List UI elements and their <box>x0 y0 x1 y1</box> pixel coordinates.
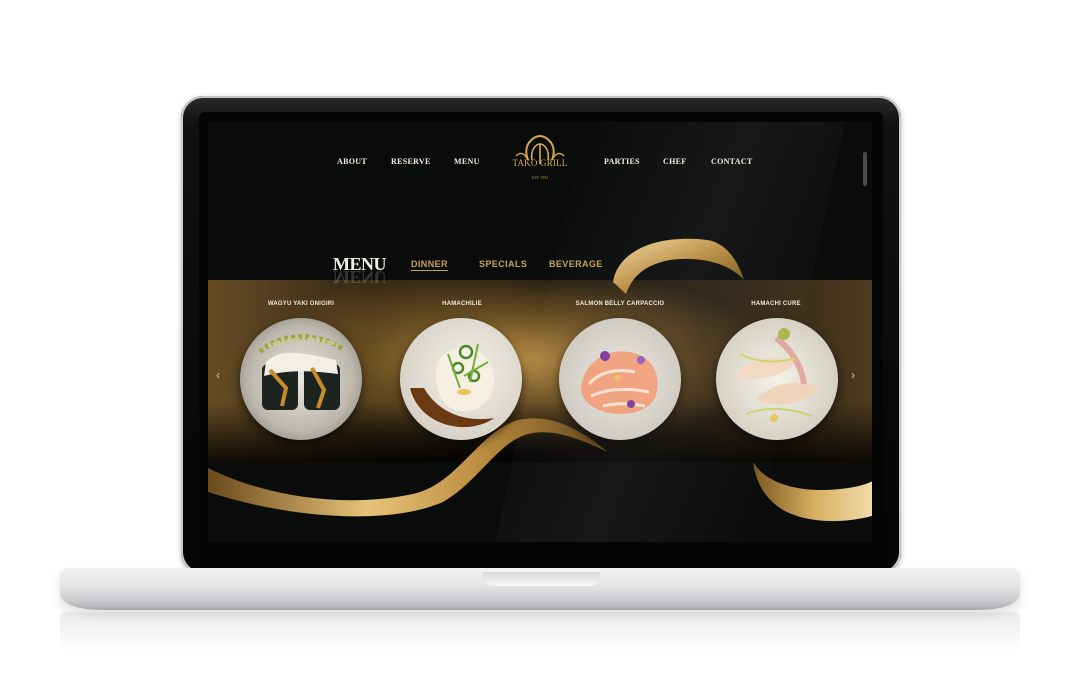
dish-photo-wagyu-yaki-onigiri[interactable] <box>240 318 362 440</box>
nav-parties[interactable]: PARTIES <box>604 157 640 166</box>
tab-dinner[interactable]: DINNER <box>411 259 448 269</box>
logo-subtitle: EST 1994 <box>531 175 549 180</box>
tab-specials[interactable]: SPECIALS <box>479 259 527 269</box>
scrollbar[interactable] <box>863 152 867 186</box>
top-navigation: ABOUT RESERVE MENU TAKO GRILL EST 1994 P… <box>208 122 872 202</box>
dish-name-4: HAMACHI CURE <box>751 301 801 307</box>
dish-photo-salmon-belly-carpaccio[interactable] <box>559 318 681 440</box>
dish-name-2: HAMACHILIE <box>442 301 482 307</box>
dish-name-1: WAGYU YAKI ONIGIRI <box>267 301 335 307</box>
nav-chef[interactable]: CHEF <box>663 157 686 166</box>
tab-beverage[interactable]: BEVERAGE <box>549 259 603 269</box>
laptop-notch <box>482 572 600 586</box>
nav-reserve[interactable]: RESERVE <box>391 157 431 166</box>
carousel-next-icon[interactable]: › <box>851 368 855 382</box>
nav-about[interactable]: ABOUT <box>337 157 367 166</box>
website-screen: ABOUT RESERVE MENU TAKO GRILL EST 1994 P… <box>208 122 872 542</box>
dish-name-3: SALMON BELLY CARPACCIO <box>575 301 665 307</box>
laptop-reflection <box>60 612 1020 652</box>
tako-grill-logo[interactable]: TAKO GRILL EST 1994 <box>508 134 572 184</box>
menu-heading-reflection: MENU <box>333 267 386 287</box>
nav-contact[interactable]: CONTACT <box>711 157 753 166</box>
dish-photo-hamachilie[interactable] <box>400 318 522 440</box>
nav-menu[interactable]: MENU <box>454 157 480 166</box>
logo-text: TAKO GRILL <box>512 158 568 168</box>
carousel-prev-icon[interactable]: ‹ <box>216 368 220 382</box>
dish-photo-hamachi-cure[interactable] <box>716 318 838 440</box>
